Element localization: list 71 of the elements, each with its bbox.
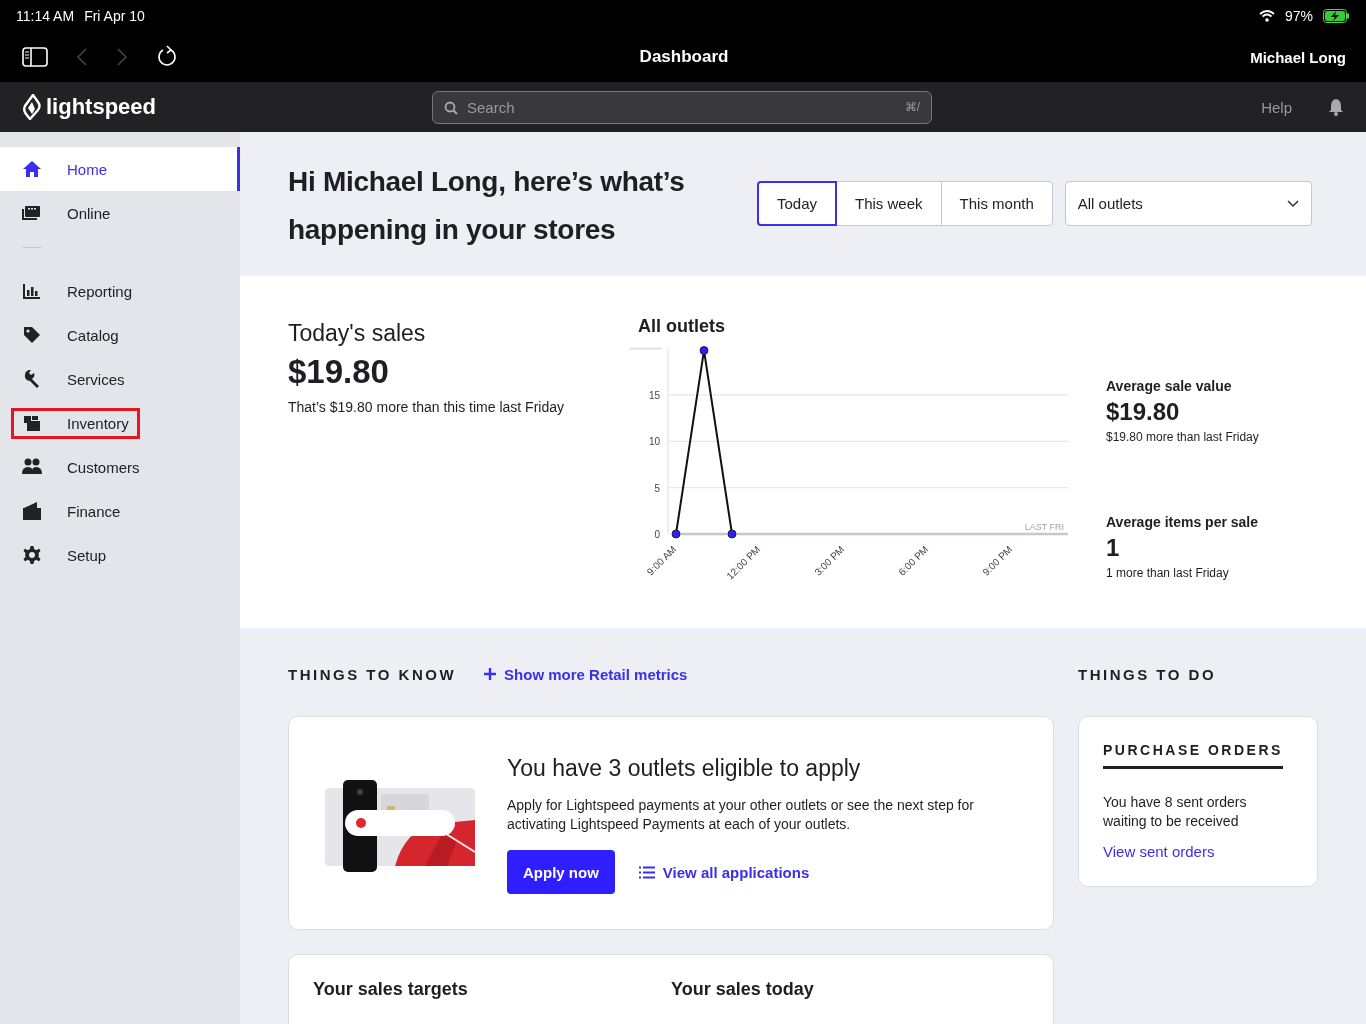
highlight-frame: Inventory <box>11 407 140 439</box>
shortcut-hint: ⌘/ <box>904 99 920 114</box>
sidebar-item[interactable]: Home <box>0 147 240 191</box>
status-time: 11:14 AM <box>16 8 75 24</box>
stat-value: 1 <box>1106 534 1121 562</box>
sidebar-item[interactable]: Inventory <box>0 401 240 445</box>
card-heading: PURCHASE ORDERS <box>1103 742 1283 769</box>
user-name[interactable]: Michael Long <box>1250 48 1346 66</box>
view-orders-link[interactable]: View sent orders <box>1103 843 1215 860</box>
axis-label: 15 <box>648 389 660 401</box>
period-tab[interactable]: This week <box>836 181 942 226</box>
page-title: Dashboard <box>639 47 729 67</box>
plus-icon <box>484 668 497 680</box>
home-icon <box>22 159 42 179</box>
show-more-link[interactable]: Show more Retail metrics <box>484 665 688 683</box>
view-applications-link[interactable]: View all applications <box>638 863 810 881</box>
sales-title: Today's sales <box>288 320 427 347</box>
chart-title: All outlets <box>638 316 726 337</box>
sales-amount: $19.80 <box>288 353 390 391</box>
wifi-icon <box>1258 10 1275 22</box>
axis-label: 9:00 AM <box>644 543 679 578</box>
axis-label: 3:00 PM <box>812 543 847 578</box>
greeting-heading: Hi Michael Long, here’s what’s happening in your stores <box>288 165 686 247</box>
stat-label: Average sale value <box>1106 378 1233 394</box>
sidebar-item[interactable]: Online <box>0 191 240 235</box>
section-heading: THINGS TO DO <box>1078 665 1217 683</box>
stat-comparison: $19.80 more than last Friday <box>1106 430 1259 444</box>
gear-icon <box>22 545 42 565</box>
chevron-down-icon <box>1286 199 1299 208</box>
logo-text[interactable]: lightspeed <box>46 94 156 120</box>
outlet-dropdown[interactable]: All outlets <box>1064 181 1312 226</box>
battery-percent: 97% <box>1284 8 1313 24</box>
period-tab[interactable]: This month <box>940 181 1053 226</box>
tag-icon <box>22 325 42 345</box>
people-icon <box>22 457 42 477</box>
list-icon <box>638 865 655 879</box>
axis-label: 0 <box>654 529 660 540</box>
sidebar-item[interactable]: Services <box>0 357 240 401</box>
bell-icon[interactable] <box>1328 98 1344 116</box>
status-date: Fri Apr 10 <box>84 8 145 24</box>
card-heading: Your sales targets <box>313 979 469 1001</box>
chart-icon <box>22 281 42 301</box>
battery-icon <box>1323 9 1350 23</box>
sidebar-item[interactable]: Catalog <box>0 313 240 357</box>
boxes-icon <box>22 413 42 433</box>
card-heading: Your sales today <box>671 979 815 1001</box>
sidebar-item[interactable]: Setup <box>0 533 240 577</box>
axis-label: 6:00 PM <box>896 543 931 578</box>
sidebar-item[interactable]: Finance <box>0 489 240 533</box>
promo-text: Apply for Lightspeed payments at your other outlets or see the next step for activating Lightspeed Payments at each of your outlets. <box>507 796 975 834</box>
reload-icon[interactable] <box>156 45 178 69</box>
axis-label: 5 <box>654 482 660 494</box>
sidebar-toggle-icon[interactable] <box>22 47 48 67</box>
chart-annotation: LAST FRI <box>1024 522 1064 532</box>
sidebar-item[interactable]: Reporting <box>0 269 240 313</box>
section-heading: THINGS TO KNOW <box>288 665 457 683</box>
search-icon <box>444 100 458 115</box>
apply-button[interactable]: Apply now <box>507 850 615 894</box>
online-icon <box>22 203 42 223</box>
axis-label: 10 <box>648 436 660 448</box>
orders-text: You have 8 sent orders waiting to be received <box>1103 793 1248 831</box>
sidebar-item[interactable]: Customers <box>0 445 240 489</box>
wrench-icon <box>22 369 42 389</box>
stat-value: $19.80 <box>1106 398 1181 426</box>
help-link[interactable]: Help <box>1261 98 1292 116</box>
promo-title: You have 3 outlets eligible to apply <box>507 755 862 782</box>
period-tab[interactable]: Today <box>757 181 838 226</box>
axis-label: 9:00 PM <box>980 543 1015 578</box>
stat-label: Average items per sale <box>1106 514 1259 530</box>
stat-comparison: 1 more than last Friday <box>1106 566 1230 580</box>
sales-comparison: That’s $19.80 more than this time last Friday <box>288 399 565 415</box>
